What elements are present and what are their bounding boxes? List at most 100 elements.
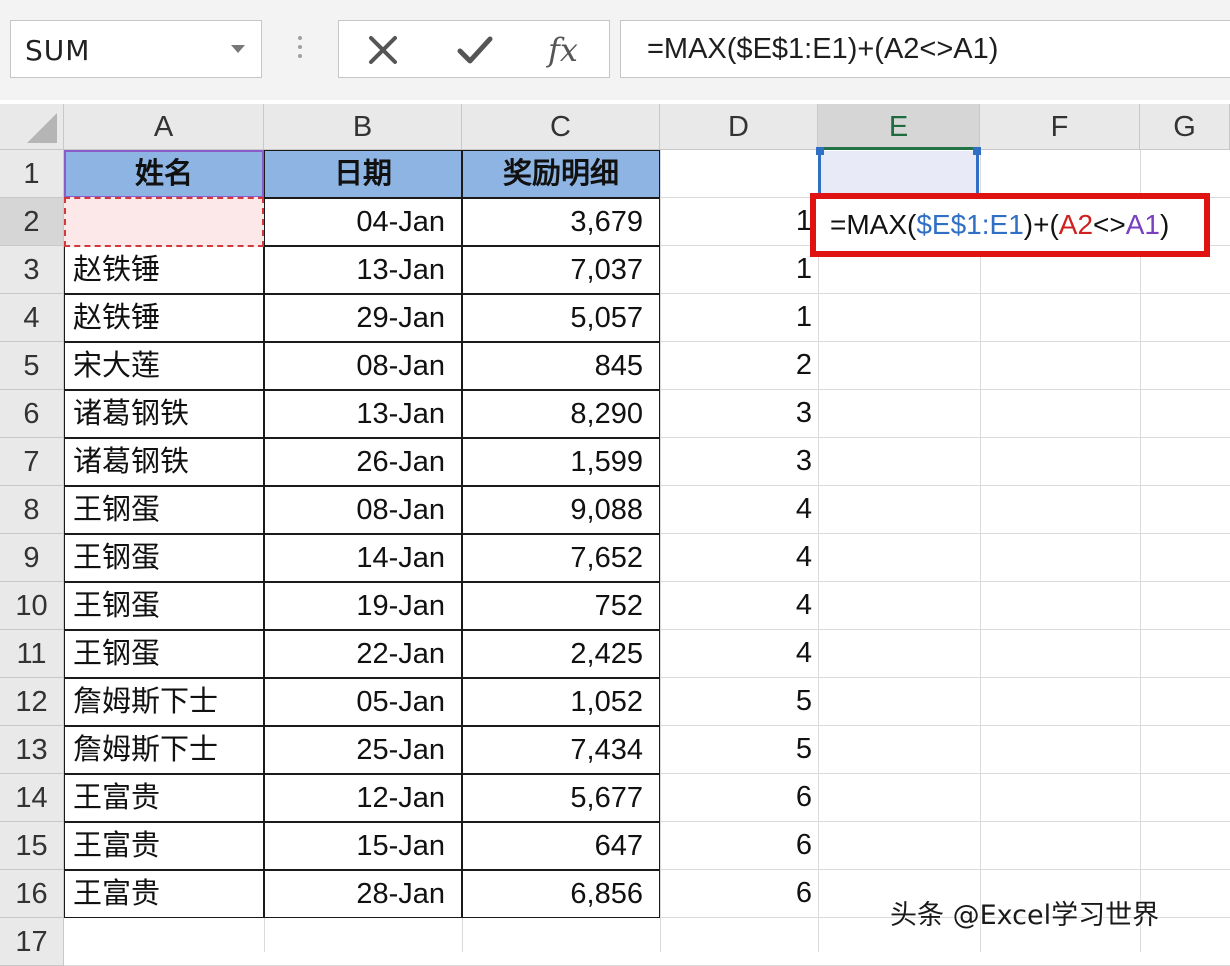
row-header-1[interactable]: 1 <box>0 150 64 198</box>
row-header-15[interactable]: 15 <box>0 822 64 870</box>
cell-date[interactable]: 29-Jan <box>264 294 462 342</box>
row-header-13[interactable]: 13 <box>0 726 64 774</box>
cell-group-number[interactable]: 4 <box>660 534 818 582</box>
row-header-8[interactable]: 8 <box>0 486 64 534</box>
cell-name[interactable]: 王富贵 <box>64 822 264 870</box>
formula-buttons: fx <box>338 20 610 78</box>
row-header-5[interactable]: 5 <box>0 342 64 390</box>
cell-name[interactable]: 王富贵 <box>64 870 264 918</box>
cell-name[interactable]: 王富贵 <box>64 774 264 822</box>
close-icon[interactable] <box>353 27 413 73</box>
column-header-b[interactable]: B <box>264 104 462 150</box>
cell-name[interactable]: 赵铁锤 <box>64 294 264 342</box>
cell-date[interactable]: 26-Jan <box>264 438 462 486</box>
row-header-10[interactable]: 10 <box>0 582 64 630</box>
insert-function-icon[interactable]: fx <box>533 27 593 73</box>
name-box-value: SUM <box>25 34 91 67</box>
cell-date[interactable]: 22-Jan <box>264 630 462 678</box>
cell-name[interactable]: 诸葛钢铁 <box>64 390 264 438</box>
column-header-f[interactable]: F <box>980 104 1140 150</box>
row-header-6[interactable]: 6 <box>0 390 64 438</box>
cell-group-number[interactable]: 4 <box>660 582 818 630</box>
cell-amount[interactable]: 5,057 <box>462 294 660 342</box>
column-header-e[interactable]: E <box>818 104 980 150</box>
row-header-7[interactable]: 7 <box>0 438 64 486</box>
row-header-11[interactable]: 11 <box>0 630 64 678</box>
cell-name[interactable]: 赵铁锤 <box>64 246 264 294</box>
cell-amount[interactable]: 9,088 <box>462 486 660 534</box>
cell-group-number[interactable]: 4 <box>660 630 818 678</box>
cell-name[interactable]: 王钢蛋 <box>64 630 264 678</box>
cell-amount[interactable]: 8,290 <box>462 390 660 438</box>
row-header-12[interactable]: 12 <box>0 678 64 726</box>
watermark: 头条 @Excel学习世界 <box>890 900 1160 931</box>
row-header-16[interactable]: 16 <box>0 870 64 918</box>
cell-date[interactable]: 13-Jan <box>264 390 462 438</box>
row-header-17[interactable]: 17 <box>0 918 64 966</box>
reference-range-a1 <box>64 150 264 198</box>
cell-date[interactable]: 13-Jan <box>264 246 462 294</box>
select-all-button[interactable] <box>0 104 64 150</box>
cell-amount[interactable]: 7,434 <box>462 726 660 774</box>
cell-name[interactable]: 王钢蛋 <box>64 486 264 534</box>
chevron-down-icon[interactable] <box>231 45 245 53</box>
cell-date[interactable]: 15-Jan <box>264 822 462 870</box>
cell-group-number[interactable]: 5 <box>660 726 818 774</box>
cell-amount[interactable]: 6,856 <box>462 870 660 918</box>
cell-group-number[interactable]: 1 <box>660 294 818 342</box>
reference-range-a2 <box>64 197 264 247</box>
check-icon[interactable] <box>445 27 505 73</box>
cell-group-number[interactable]: 6 <box>660 822 818 870</box>
cell-date[interactable]: 28-Jan <box>264 870 462 918</box>
cell-amount[interactable]: 3,679 <box>462 198 660 246</box>
cell-date[interactable]: 05-Jan <box>264 678 462 726</box>
cell-group-number[interactable]: 6 <box>660 774 818 822</box>
drag-handle-icon[interactable] <box>297 36 303 66</box>
cell-amount[interactable]: 647 <box>462 822 660 870</box>
active-cell-e2-editor[interactable]: =MAX($E$1:E1)+(A2<>A1) <box>810 193 1210 257</box>
cell-amount[interactable]: 752 <box>462 582 660 630</box>
cell-date[interactable]: 08-Jan <box>264 342 462 390</box>
cell-date[interactable]: 08-Jan <box>264 486 462 534</box>
row-header-2[interactable]: 2 <box>0 198 64 246</box>
formula-bar-area: SUM fx =MAX($E$1:E1)+(A2<>A1) <box>0 0 1230 100</box>
column-header-g[interactable]: G <box>1140 104 1230 150</box>
cell-amount[interactable]: 1,052 <box>462 678 660 726</box>
cell-amount[interactable]: 845 <box>462 342 660 390</box>
cell-name[interactable]: 宋大莲 <box>64 342 264 390</box>
cell-name[interactable]: 王钢蛋 <box>64 534 264 582</box>
formula-input[interactable]: =MAX($E$1:E1)+(A2<>A1) <box>620 20 1230 78</box>
cell-date[interactable]: 04-Jan <box>264 198 462 246</box>
table-header-3[interactable]: 奖励明细 <box>462 150 660 198</box>
cell-date[interactable]: 25-Jan <box>264 726 462 774</box>
cell-group-number[interactable]: 5 <box>660 678 818 726</box>
cell-group-number[interactable]: 4 <box>660 486 818 534</box>
column-header-d[interactable]: D <box>660 104 818 150</box>
cell-name[interactable]: 詹姆斯下士 <box>64 678 264 726</box>
cell-group-number[interactable]: 1 <box>660 198 818 246</box>
cell-name[interactable]: 诸葛钢铁 <box>64 438 264 486</box>
column-header-c[interactable]: C <box>462 104 660 150</box>
row-header-14[interactable]: 14 <box>0 774 64 822</box>
cell-group-number[interactable]: 1 <box>660 246 818 294</box>
cell-group-number[interactable]: 3 <box>660 438 818 486</box>
cell-date[interactable]: 19-Jan <box>264 582 462 630</box>
cell-date[interactable]: 12-Jan <box>264 774 462 822</box>
cell-name[interactable]: 詹姆斯下士 <box>64 726 264 774</box>
row-header-4[interactable]: 4 <box>0 294 64 342</box>
cell-date[interactable]: 14-Jan <box>264 534 462 582</box>
cell-group-number[interactable]: 3 <box>660 390 818 438</box>
name-box[interactable]: SUM <box>10 20 262 78</box>
cell-amount[interactable]: 2,425 <box>462 630 660 678</box>
cell-amount[interactable]: 1,599 <box>462 438 660 486</box>
column-header-a[interactable]: A <box>64 104 264 150</box>
cell-name[interactable]: 王钢蛋 <box>64 582 264 630</box>
cell-amount[interactable]: 7,037 <box>462 246 660 294</box>
row-header-9[interactable]: 9 <box>0 534 64 582</box>
cell-amount[interactable]: 5,677 <box>462 774 660 822</box>
row-header-3[interactable]: 3 <box>0 246 64 294</box>
table-header-2[interactable]: 日期 <box>264 150 462 198</box>
cell-group-number[interactable]: 2 <box>660 342 818 390</box>
cell-amount[interactable]: 7,652 <box>462 534 660 582</box>
cell-group-number[interactable]: 6 <box>660 870 818 918</box>
